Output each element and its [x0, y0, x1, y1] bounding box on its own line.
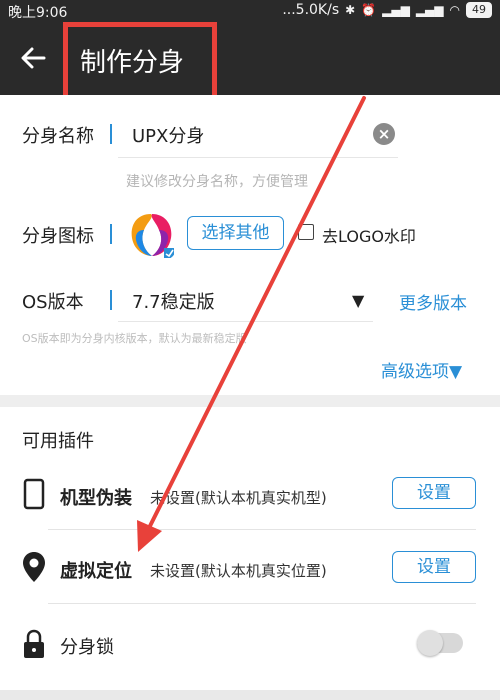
- label-divider: [110, 124, 112, 144]
- phone-icon: [20, 477, 48, 511]
- lock-icon: [20, 627, 48, 661]
- os-label: OS版本: [22, 292, 84, 313]
- bottom-edge: [0, 690, 500, 700]
- advanced-options-toggle[interactable]: 高级选项▼: [381, 357, 462, 382]
- input-underline: [118, 157, 398, 158]
- location-pin-icon: [20, 550, 48, 584]
- clone-name-input[interactable]: UPX分身: [132, 122, 204, 148]
- app-logo-icon: [126, 210, 176, 260]
- plugin-name-lock: 分身锁: [60, 637, 114, 658]
- plugins-section: 可用插件 机型伪装 未设置(默认本机真实机型) 设置 虚拟定位 未设置(默认本机…: [0, 407, 500, 700]
- status-time: 晚上9:06: [8, 5, 68, 21]
- clone-app-icon[interactable]: [126, 210, 176, 260]
- icon-label: 分身图标: [22, 226, 94, 247]
- plugins-title: 可用插件: [22, 431, 94, 452]
- plugin-status-location: 未设置(默认本机真实位置): [150, 562, 327, 580]
- remove-logo-checkbox[interactable]: [298, 224, 314, 240]
- more-versions-link[interactable]: 更多版本: [399, 289, 467, 314]
- device-settings-button[interactable]: 设置: [392, 477, 476, 509]
- page-title: 制作分身: [80, 48, 185, 78]
- plugin-name-device: 机型伪装: [60, 488, 132, 509]
- wifi-icon: ◠: [449, 3, 460, 17]
- name-label: 分身名称: [22, 126, 94, 147]
- battery-icon: 49: [466, 2, 492, 18]
- name-hint: 建议修改分身名称，方便管理: [126, 174, 308, 190]
- location-settings-button[interactable]: 设置: [392, 551, 476, 583]
- remove-logo-label: 去LOGO水印: [322, 227, 416, 246]
- choose-icon-button[interactable]: 选择其他: [187, 216, 284, 250]
- net-speed: ...5.0K/s: [282, 2, 340, 18]
- alarm-icon: ⏰: [361, 3, 377, 17]
- os-version-select[interactable]: 7.7稳定版: [132, 288, 215, 314]
- plugin-name-location: 虚拟定位: [60, 561, 132, 582]
- arrow-left-icon: [21, 47, 46, 69]
- os-hint: OS版本即为分身内核版本，默认为最新稳定版: [22, 332, 247, 345]
- row-divider: [48, 529, 476, 530]
- label-divider: [110, 290, 112, 310]
- dropdown-triangle-icon[interactable]: ▼: [352, 291, 364, 310]
- clear-icon[interactable]: ×: [373, 123, 395, 145]
- select-underline: [118, 321, 373, 322]
- status-indicators: ...5.0K/s ✱ ⏰ ▂▄▆ ▂▄▆ ◠ 49: [282, 2, 492, 18]
- plugin-status-device: 未设置(默认本机真实机型): [150, 489, 327, 507]
- label-divider: [110, 224, 112, 244]
- bluetooth-icon: ✱: [345, 3, 356, 17]
- signal-icon-2: ▂▄▆: [415, 3, 444, 17]
- row-divider: [48, 603, 476, 604]
- clone-settings-form: 分身名称 UPX分身 × 建议修改分身名称，方便管理 分身图标 选择其他 去LO…: [0, 95, 500, 395]
- status-bar: 晚上9:06 ...5.0K/s ✱ ⏰ ▂▄▆ ▂▄▆ ◠ 49: [0, 0, 500, 22]
- signal-icon: ▂▄▆: [382, 3, 410, 17]
- toggle-knob: [417, 630, 443, 656]
- section-divider: [0, 395, 500, 407]
- app-header: 晚上9:06 ...5.0K/s ✱ ⏰ ▂▄▆ ▂▄▆ ◠ 49 制作分身: [0, 0, 500, 95]
- back-button[interactable]: [18, 43, 48, 73]
- clone-lock-toggle[interactable]: [417, 630, 463, 656]
